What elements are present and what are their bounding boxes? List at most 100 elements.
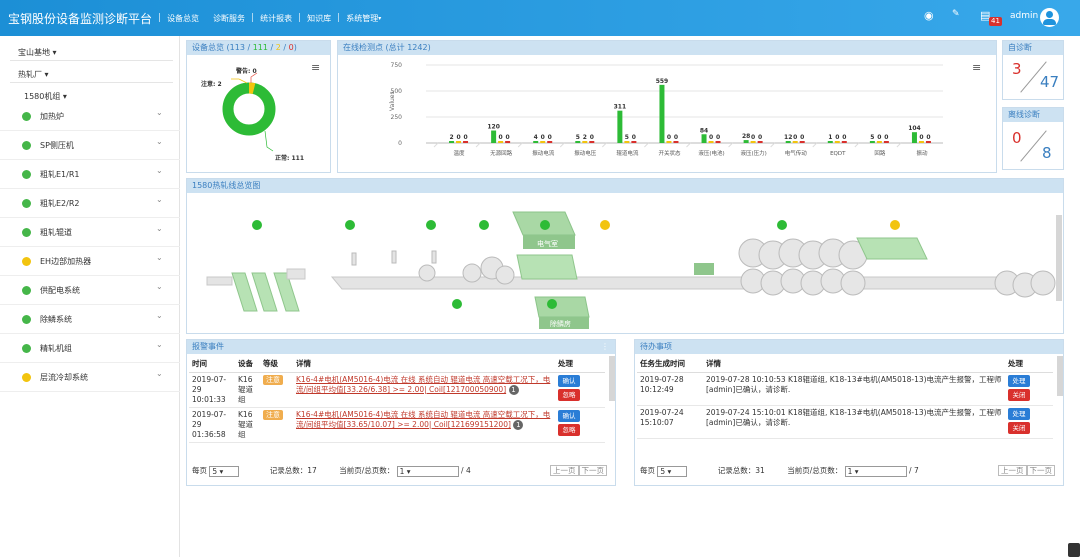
plant-select[interactable]: 热轧厂 ▾ [18,69,49,80]
scrollbar[interactable] [609,356,615,401]
offline-count[interactable]: 0 [1012,129,1022,147]
sidebar-item[interactable]: 供配电系统 ⌄ [0,277,180,305]
nav-knowledge[interactable]: 知识库 [307,13,331,24]
status-dot [22,199,31,208]
status-dot[interactable] [777,220,787,230]
confirm-button[interactable]: 确认 [558,374,580,387]
top-navbar: 宝钢股份设备监测诊断平台 | 设备总览 诊断服务 | 统计报表 | 知识库 | … [0,0,1080,36]
chevron-down-icon[interactable]: ⌄ [156,369,163,378]
chevron-down-icon[interactable]: ⌄ [156,224,163,233]
status-dot[interactable] [426,220,436,230]
chevron-down-icon[interactable]: ⌄ [156,166,163,175]
ignore-button[interactable]: 忽略 [558,388,580,401]
avatar[interactable] [1040,8,1059,27]
data-label: 4 [534,134,538,141]
sidebar-item[interactable]: 粗轧辊道 ⌄ [0,219,180,247]
detail-link[interactable]: K16-4#电机(AM5016-4)电流 在线 系统自动 辊道电流 高速空载工况… [296,410,550,429]
status-dot [22,141,31,150]
bar [575,141,581,143]
bar [883,141,889,143]
cell-time: 2019-07-24 15:10:07 [637,405,703,439]
online-points-panel: 在线检测点 (总计 1242) ≡ 750 500 250 0 Values 温度 2 0 0 无… [337,40,997,173]
handle-button[interactable]: 处理 [1008,374,1030,387]
data-label: 5 [576,134,580,141]
nav-reports[interactable]: 统计报表 [260,13,292,24]
alarm-page-nav: 上一页 下一页 [550,465,607,476]
status-dot[interactable] [479,220,489,230]
sidebar-item[interactable]: EH边部加热器 ⌄ [0,248,180,276]
descaling-room: 除鳞房 [534,296,590,329]
finishing-stands [738,238,868,296]
sidebar-item[interactable]: 除鳞系统 ⌄ [0,306,180,334]
line-select[interactable]: 1580机组 ▾ [24,91,67,102]
cell-level: 注意 [260,372,293,408]
total-records: 记录总数：17 [269,466,317,475]
note-label: 注意: 2 [201,81,222,88]
diag-count[interactable]: 3 [1012,60,1022,78]
scrollbar[interactable] [1057,356,1063,396]
status-dot[interactable] [452,299,462,309]
status-dot[interactable] [252,220,262,230]
status-dot[interactable] [547,299,557,309]
sidebar-item[interactable]: 粗轧E1/R1 ⌄ [0,161,180,189]
chevron-down-icon[interactable]: ⌄ [156,282,163,291]
electrical-room-label: 电气室 [537,239,558,248]
sidebar-item-label: SP侧压机 [40,141,74,150]
leader-line [231,78,248,84]
nav-system[interactable]: 系统管理 [346,13,378,24]
prev-page-button[interactable]: 上一页 [998,465,1027,476]
chevron-down-icon[interactable]: ⌄ [156,311,163,320]
handle-button[interactable]: 处理 [1008,407,1030,420]
page-select[interactable]: 1 ▾ [844,465,907,477]
bar [673,141,679,143]
tools-icon[interactable]: ✎ [952,9,960,19]
x-tick-label: 液压(压力) [740,149,766,157]
status-dot[interactable] [890,220,900,230]
sidebar-item[interactable]: 精轧机组 ⌄ [0,335,180,363]
y-tick-label: 0 [398,140,402,147]
sidebar-item-label: 加热炉 [40,112,64,121]
todo-table: 任务生成时间 详情 处理 2019-07-28 10:12:49 2019-07… [637,356,1053,439]
furnace-blocks [206,268,306,312]
sidebar-item[interactable]: SP侧压机 ⌄ [0,132,180,160]
chevron-down-icon[interactable]: ⌄ [156,195,163,204]
nav-diag-service[interactable]: 诊断服务 [213,13,245,24]
status-dot [22,373,31,382]
status-dot[interactable] [345,220,355,230]
todo-page-nav: 上一页 下一页 [998,465,1055,476]
panel-header: 设备总览 (113 / 111 / 2 / 0) [187,41,330,55]
sidebar-item[interactable]: 层流冷却系统 ⌄ [0,364,180,392]
chevron-down-icon[interactable]: ⌄ [156,108,163,117]
more-icon[interactable]: ⋮ [601,342,609,351]
count-badge[interactable]: 1 [513,419,524,430]
page-size-select[interactable]: 5 ▾ [657,465,688,477]
chevron-down-icon[interactable]: ⌄ [156,253,163,262]
floating-widget-icon[interactable] [1068,543,1080,557]
confirm-button[interactable]: 确认 [558,409,580,422]
status-dot[interactable] [600,220,610,230]
chevron-down-icon[interactable]: ⌄ [156,340,163,349]
ignore-button[interactable]: 忽略 [558,423,580,436]
data-label: 311 [614,104,627,111]
warn-label: 警告: 0 [236,68,257,75]
next-page-button[interactable]: 下一页 [1026,465,1055,476]
prev-page-button[interactable]: 上一页 [550,465,579,476]
close-button[interactable]: 关闭 [1008,388,1030,401]
page-size-select[interactable]: 5 ▾ [209,465,240,477]
close-button[interactable]: 关闭 [1008,421,1030,434]
col-detail: 详情 [703,356,1005,373]
nav-overview[interactable]: 设备总览 [167,13,199,24]
bar [449,141,455,143]
count-badge[interactable]: 1 [508,384,519,395]
sidebar-item[interactable]: 加热炉 ⌄ [0,103,180,131]
next-page-button[interactable]: 下一页 [578,465,607,476]
chevron-down-icon[interactable]: ⌄ [156,137,163,146]
scrollbar[interactable] [1056,215,1062,301]
base-select[interactable]: 宝山基地 ▾ [18,47,57,58]
bar [582,141,588,143]
help-icon[interactable]: ◉ [924,9,934,22]
status-dot[interactable] [540,220,550,230]
page-select[interactable]: 1 ▾ [396,465,459,477]
sidebar-item[interactable]: 粗轧E2/R2 ⌄ [0,190,180,218]
data-label: 2 [583,134,587,141]
